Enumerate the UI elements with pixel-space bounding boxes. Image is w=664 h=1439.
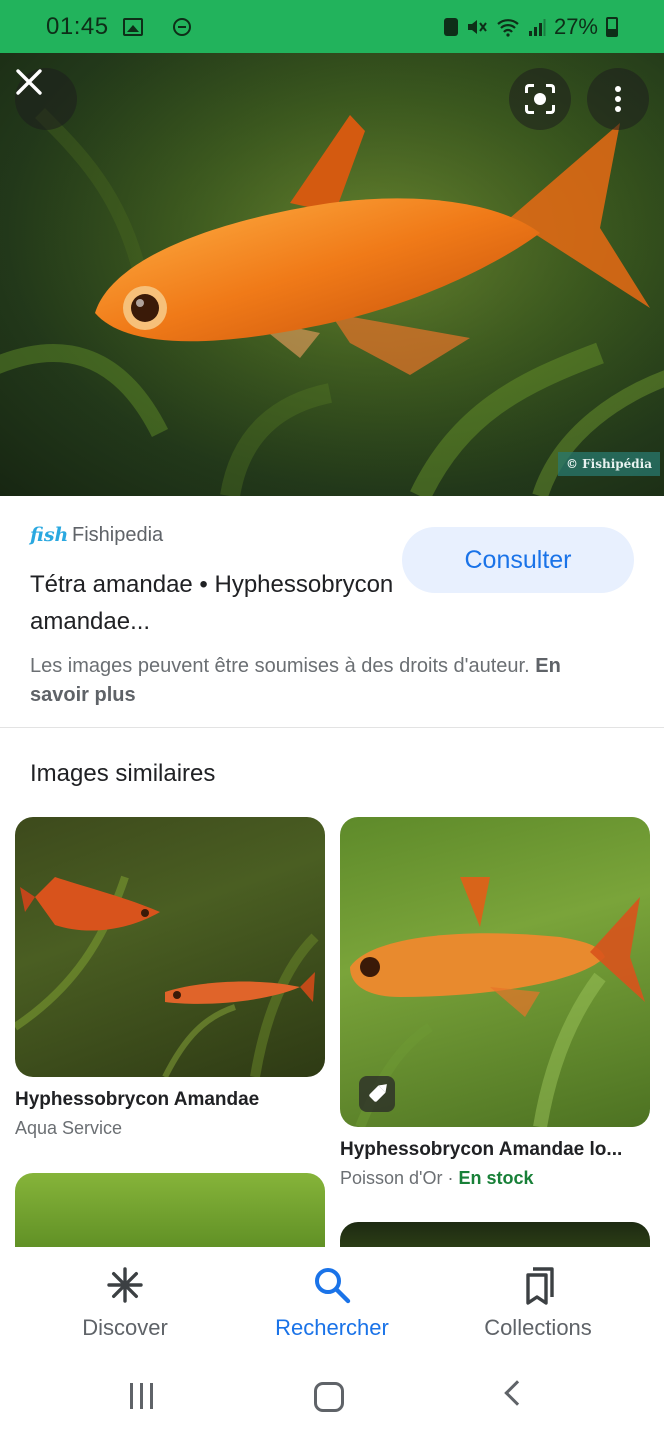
search-icon (315, 1268, 351, 1304)
status-bar: 01:45 27% (0, 0, 664, 53)
alarm-icon (443, 17, 458, 36)
asterisk-icon (107, 1267, 143, 1303)
close-button[interactable] (15, 68, 77, 130)
similar-image-2-source: Poisson d'Or · (340, 1168, 459, 1188)
similar-image-2-meta: Poisson d'Or · En stock (340, 1168, 534, 1189)
mute-icon (467, 19, 487, 34)
more-vert-icon (615, 86, 621, 112)
back-button[interactable] (504, 1380, 530, 1406)
close-icon (16, 69, 42, 95)
fish-illustration (0, 53, 664, 496)
similar-images-heading: Images similaires (30, 760, 216, 787)
nav-collections[interactable]: Collections (438, 1265, 638, 1341)
home-button[interactable] (314, 1382, 344, 1412)
nav-search-label: Rechercher (275, 1315, 389, 1340)
status-time: 01:45 (46, 12, 109, 40)
bottom-navigation: Discover Rechercher Collections (0, 1247, 664, 1357)
source-logo: fish (30, 524, 69, 546)
visit-button[interactable]: Consulter (402, 527, 634, 593)
source-name: Fishipedia (72, 523, 164, 546)
result-title[interactable]: Tétra amandae • Hyphessobrycon amandae..… (30, 566, 400, 640)
wifi-icon (497, 18, 519, 37)
similar-image-1[interactable] (15, 817, 325, 1077)
similar-image-2-title[interactable]: Hyphessobrycon Amandae lo... (340, 1139, 640, 1161)
stock-status: En stock (458, 1168, 534, 1188)
recent-apps-button[interactable] (130, 1383, 153, 1409)
lens-icon (525, 84, 555, 114)
nav-search[interactable]: Rechercher (232, 1265, 432, 1341)
nav-discover-label: Discover (82, 1315, 168, 1340)
status-right: 27% (443, 13, 618, 40)
lens-button[interactable] (509, 68, 571, 130)
result-card: fish Fishipedia Tétra amandae • Hyphesso… (0, 496, 664, 728)
copyright-notice: Les images peuvent être soumises à des d… (30, 652, 590, 710)
battery-percent: 27% (553, 13, 598, 39)
similar-image-1-picture (15, 875, 319, 1077)
similar-image-3[interactable] (15, 1173, 325, 1253)
nav-collections-label: Collections (484, 1315, 592, 1340)
image-credit: © Fishipédia (557, 452, 660, 476)
dnd-icon (172, 17, 191, 36)
copyright-text: Les images peuvent être soumises à des d… (30, 655, 530, 677)
similar-image-1-title[interactable]: Hyphessobrycon Amandae (15, 1089, 325, 1111)
collections-icon (526, 1267, 554, 1305)
product-tag-badge (359, 1076, 395, 1112)
gallery-icon (122, 17, 143, 36)
similar-image-1-source: Aqua Service (15, 1118, 123, 1138)
source-row[interactable]: fish Fishipedia (30, 520, 163, 550)
more-options-button[interactable] (587, 68, 649, 130)
similar-image-2[interactable] (340, 817, 650, 1127)
signal-icon (528, 18, 546, 36)
system-navigation-bar (0, 1357, 664, 1439)
hero-image[interactable]: © Fishipédia (0, 53, 664, 496)
nav-discover[interactable]: Discover (25, 1265, 225, 1341)
tag-icon (368, 1085, 386, 1103)
battery-icon (606, 16, 618, 37)
